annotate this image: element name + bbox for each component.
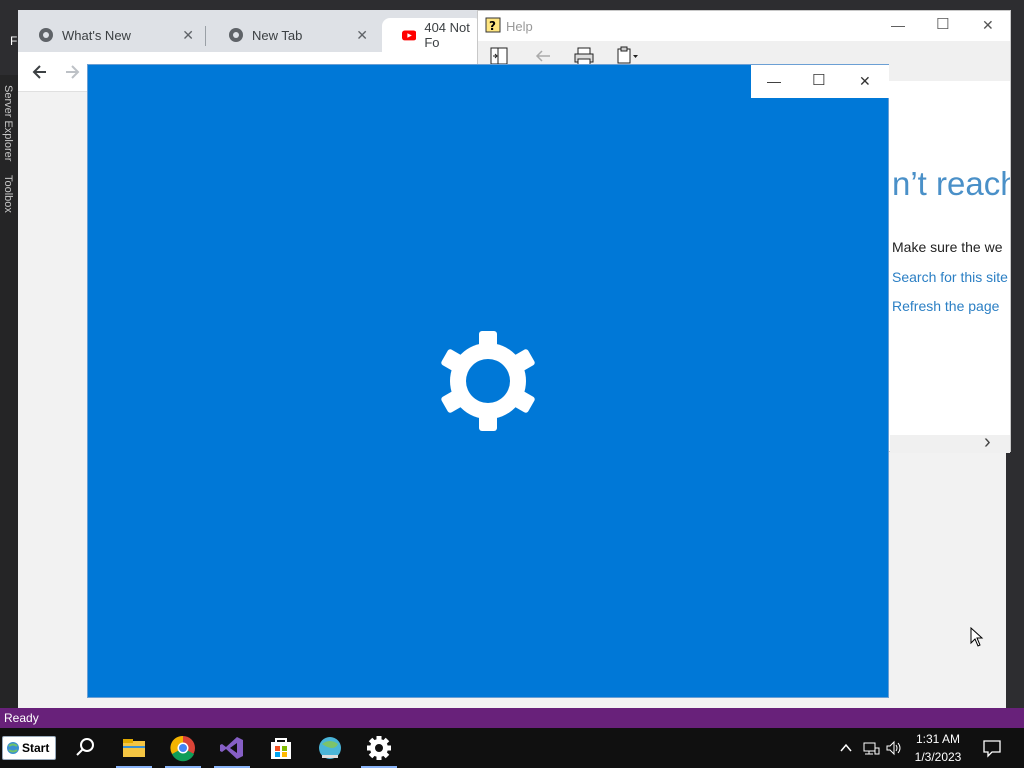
clock-date: 1/3/2023 (914, 750, 962, 764)
maximize-button[interactable]: ☐ (936, 15, 949, 33)
maximize-button[interactable]: ☐ (812, 71, 825, 89)
tab-separator (205, 26, 206, 46)
vs-menu-file[interactable]: F (10, 34, 17, 48)
search-site-link[interactable]: Search for this site (892, 269, 1008, 285)
network-icon[interactable] (862, 739, 880, 757)
tab-new-tab[interactable]: New Tab ✕ (208, 18, 378, 52)
status-text: Ready (4, 711, 39, 725)
chrome-icon (229, 28, 243, 42)
chrome-taskbar-icon[interactable] (169, 734, 197, 762)
refresh-page-link[interactable]: Refresh the page (892, 298, 999, 314)
search-icon[interactable] (72, 734, 100, 762)
visual-studio-icon[interactable] (218, 734, 246, 762)
minimize-button[interactable]: — (891, 17, 905, 33)
notification-icon[interactable] (982, 738, 1002, 758)
minimize-button[interactable]: — (767, 73, 781, 89)
tab-title: New Tab (252, 27, 303, 43)
tab-whats-new[interactable]: What's New ✕ (18, 18, 204, 52)
help-icon: ? (485, 17, 501, 33)
settings-taskbar-icon[interactable] (365, 734, 393, 762)
tab-title: What's New (62, 27, 131, 43)
start-button[interactable]: Start (2, 736, 56, 760)
settings-gear-icon (441, 331, 535, 431)
tab-title: 404 Not Fo (424, 20, 470, 50)
help-title-bar: ? Help — ☐ ✕ (478, 11, 1010, 41)
splash-window-controls: — ☐ ✕ (751, 65, 889, 98)
youtube-icon (402, 30, 417, 41)
tab-close-icon[interactable]: ✕ (182, 27, 194, 44)
microsoft-store-icon[interactable] (267, 734, 295, 762)
tab-404[interactable]: 404 Not Fo (382, 18, 482, 52)
tab-close-icon[interactable]: ✕ (356, 27, 368, 44)
chrome-icon (39, 28, 53, 42)
clock-time: 1:31 AM (915, 732, 961, 746)
error-hint: Make sure the we (892, 239, 1003, 255)
back-arrow-icon[interactable] (30, 62, 50, 82)
svg-text:?: ? (489, 19, 496, 33)
settings-splash-window: — ☐ ✕ (87, 64, 889, 698)
mouse-cursor-icon (970, 627, 984, 647)
system-clock[interactable]: 1:31 AM 1/3/2023 (900, 730, 976, 766)
network-globe-icon[interactable] (316, 734, 344, 762)
scroll-right-icon[interactable]: › (984, 431, 991, 454)
vs-side-tool-tabs: Server Explorer Toolbox (0, 75, 18, 710)
help-content-pane: n’t reach Make sure the we Search for th… (890, 81, 1010, 441)
horizontal-scrollbar[interactable]: › (890, 431, 1010, 453)
vs-status-bar: Ready (0, 708, 1024, 728)
close-button[interactable]: ✕ (859, 73, 871, 90)
server-explorer-tab[interactable]: Server Explorer (2, 85, 14, 161)
taskbar: Start 1:31 AM 1/3/2023 (0, 728, 1024, 768)
file-explorer-icon[interactable] (120, 734, 148, 762)
start-label: Start (22, 741, 50, 755)
toolbox-tab[interactable]: Toolbox (2, 175, 14, 213)
forward-arrow-icon[interactable] (62, 62, 82, 82)
help-title: Help (506, 19, 533, 34)
start-globe-icon (7, 742, 19, 754)
back-icon[interactable] (532, 47, 554, 65)
error-heading: n’t reach (892, 165, 1010, 202)
chevron-up-icon[interactable] (838, 740, 854, 756)
close-button[interactable]: ✕ (982, 17, 994, 34)
